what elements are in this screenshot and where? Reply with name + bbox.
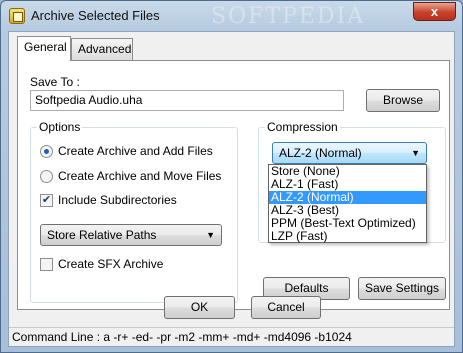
checkbox-label: Include Subdirectories <box>58 193 177 207</box>
checkbox-unchecked[interactable] <box>40 258 53 271</box>
paths-select[interactable]: Store Relative Paths ▼ <box>40 224 222 246</box>
tab-advanced[interactable]: Advanced <box>71 38 133 60</box>
radio-label: Create Archive and Move Files <box>58 169 222 183</box>
save-settings-button[interactable]: Save Settings <box>358 277 446 300</box>
checkmark-icon[interactable]: ✔ <box>40 194 53 207</box>
close-icon: x <box>430 4 439 19</box>
radio-button-selected[interactable] <box>40 145 53 158</box>
close-button[interactable]: x <box>413 2 456 21</box>
save-to-label: Save To : <box>30 75 80 89</box>
dropdown-option[interactable]: LZP (Fast) <box>269 230 426 243</box>
save-to-input[interactable]: Softpedia Audio.uha <box>30 90 344 111</box>
paths-select-value: Store Relative Paths <box>47 228 157 242</box>
compression-select[interactable]: ALZ-2 (Normal) ▼ <box>272 142 427 164</box>
app-icon <box>9 8 25 24</box>
title-bar[interactable]: Archive Selected Files SOFTPEDIA x <box>1 1 462 31</box>
browse-button[interactable]: Browse <box>366 89 440 112</box>
window-title: Archive Selected Files <box>31 8 160 23</box>
chevron-down-icon: ▼ <box>411 148 420 158</box>
cancel-button[interactable]: Cancel <box>251 296 321 319</box>
ok-button[interactable]: OK <box>164 296 235 319</box>
watermark: SOFTPEDIA <box>211 4 366 29</box>
compression-group-title: Compression <box>265 120 340 134</box>
chevron-down-icon: ▼ <box>206 230 215 240</box>
compression-dropdown-list[interactable]: Store (None) ALZ-1 (Fast) ALZ-2 (Normal)… <box>268 164 427 243</box>
archive-dialog-window: Archive Selected Files SOFTPEDIA x Gener… <box>0 0 463 353</box>
options-group: Options Create Archive and Add Files Cre… <box>30 120 238 303</box>
checkbox-label: Create SFX Archive <box>58 257 164 271</box>
radio-label: Create Archive and Add Files <box>58 144 213 158</box>
options-group-title: Options <box>37 120 83 134</box>
tab-general[interactable]: General <box>17 36 71 61</box>
command-line-status: Command Line : a -r+ -ed- -pr -m2 -mm+ -… <box>9 327 454 346</box>
radio-button[interactable] <box>40 170 53 183</box>
compression-select-value: ALZ-2 (Normal) <box>279 146 362 160</box>
